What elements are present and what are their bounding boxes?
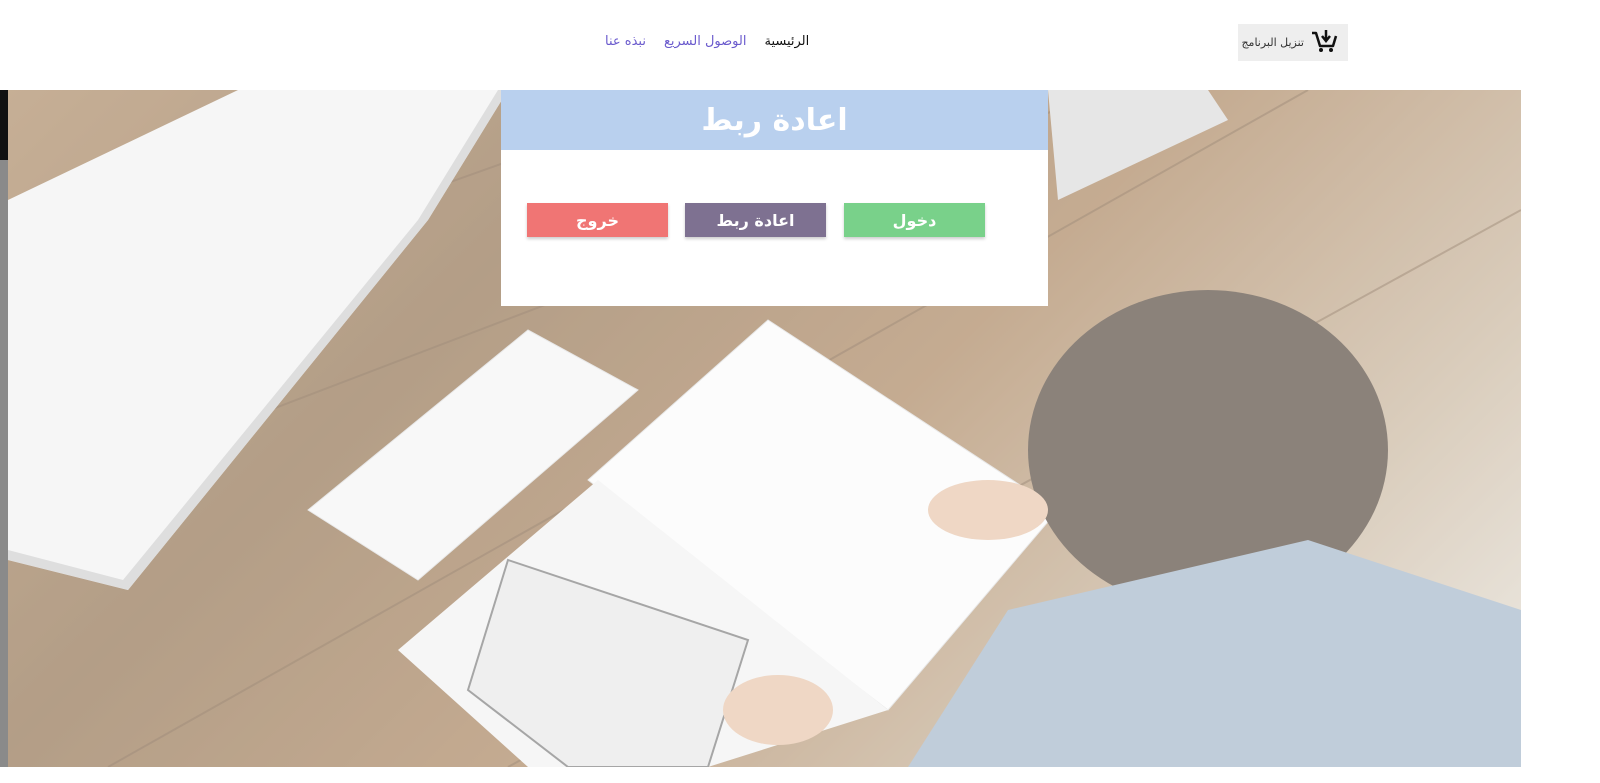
main-nav: الرئيسية الوصول السريع نبذه عنا <box>605 34 809 49</box>
reconnect-dialog: اعادة ربط خروج اعادة ربط دخول <box>501 90 1048 306</box>
login-button[interactable]: دخول <box>844 203 985 237</box>
dialog-title-bar: اعادة ربط <box>501 90 1048 150</box>
exit-button[interactable]: خروج <box>527 203 668 237</box>
left-edge-dark <box>0 90 8 160</box>
download-label: تنزيل البرنامج <box>1241 36 1304 49</box>
nav-quick-access[interactable]: الوصول السريع <box>664 34 747 49</box>
cart-download-icon <box>1310 28 1338 58</box>
dialog-title: اعادة ربط <box>701 102 848 138</box>
download-program-button[interactable]: تنزيل البرنامج <box>1238 24 1348 61</box>
left-edge-gray <box>0 160 8 767</box>
nav-home[interactable]: الرئيسية <box>764 34 809 49</box>
nav-about[interactable]: نبذه عنا <box>605 34 646 49</box>
reconnect-button[interactable]: اعادة ربط <box>685 203 826 237</box>
top-header: الرئيسية الوصول السريع نبذه عنا تنزيل ال… <box>0 0 1600 92</box>
